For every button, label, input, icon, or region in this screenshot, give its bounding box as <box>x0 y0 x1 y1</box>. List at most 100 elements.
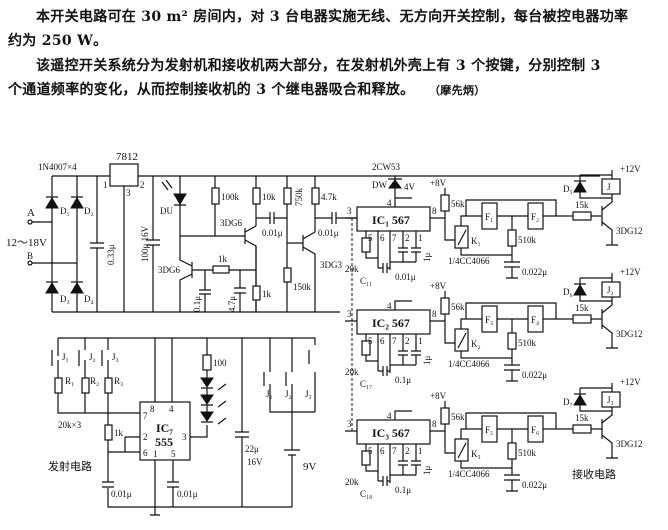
r750k-label: 750k <box>294 188 304 207</box>
du-label: DU <box>160 206 173 216</box>
diode-label: D₅ <box>563 184 573 194</box>
terminal-a <box>27 219 33 225</box>
cap-033-label: 0.33μ <box>106 244 116 265</box>
transistor-label: 3DG12 <box>616 439 643 449</box>
key-j1-label: J₁ <box>62 352 69 362</box>
c22v-label: 16V <box>247 457 263 467</box>
r2-label: R₂ <box>90 376 99 386</box>
r100-label: 100 <box>213 358 227 368</box>
transmitter-section: J₁ J₂ J₃ R₁ R₂ R₃ 20k×3 1k IC₇ 555 8 4 7… <box>48 337 317 516</box>
pin-label: 1 <box>153 449 158 459</box>
q2-label: 3DG6 <box>158 265 180 275</box>
ic-label: IC₂ 567 <box>372 316 410 330</box>
terminal-a-label: A <box>27 207 35 219</box>
pin-label: 8 <box>432 309 437 319</box>
pin-label: 1 <box>418 446 423 456</box>
c01-label: 0.1μ <box>192 296 202 312</box>
cap-label: 0.01μ <box>395 272 416 282</box>
cap-label: 0.1μ <box>395 485 411 495</box>
d3-label: D₃ <box>60 294 70 304</box>
supply-label: +8V <box>430 281 447 291</box>
led-du <box>173 193 187 205</box>
transistor-label: 3DG12 <box>616 329 643 339</box>
key-j2-label: J₂ <box>89 352 96 362</box>
relay-supply-label: +12V <box>620 377 641 387</box>
switch-ic-label: 1/4CC4066 <box>448 359 490 369</box>
resistor-1k-vertical <box>252 285 261 301</box>
flyback-diode <box>573 181 587 193</box>
pin-label: 2 <box>143 432 148 442</box>
resistor-56k <box>440 194 450 212</box>
pin-label: 8 <box>432 419 437 429</box>
gate-b-label: F₄ <box>531 315 539 325</box>
c022-label: 0.022μ <box>522 480 547 490</box>
c22-label: 22μ <box>245 444 259 454</box>
c001a-label: 0.01μ <box>111 489 132 499</box>
gate-b-label: F₂ <box>531 212 539 222</box>
resistor-4-7k <box>311 187 320 205</box>
pin-label: 5 <box>368 233 373 243</box>
resistor-100k <box>211 187 220 205</box>
pot-r3 <box>104 377 113 394</box>
pin-label: 3 <box>347 419 352 429</box>
pin-label: 8 <box>150 404 155 414</box>
ir-led-chain <box>200 377 227 425</box>
regulator-7812 <box>109 163 139 187</box>
switch-label: K₂ <box>471 339 481 349</box>
pin-label: 7 <box>392 446 397 456</box>
relay-label: J <box>607 182 611 192</box>
d4-label: D₄ <box>84 294 94 304</box>
c001b-label: 0.01μ <box>318 228 339 238</box>
pin-label: 1 <box>418 336 423 346</box>
pin-label: 6 <box>380 233 385 243</box>
gate-a-label: F₁ <box>485 212 493 222</box>
pin-label: 1 <box>103 180 108 190</box>
pin-label: 6 <box>380 446 385 456</box>
pin-label: 2 <box>405 233 410 243</box>
r15k-label: 15k <box>575 413 589 423</box>
r3-label: R₃ <box>114 376 123 386</box>
circuit-diagram: 7812 1N4007×4 1 2 3 D₁ D₂ D₃ D₄ A B 12～1… <box>6 151 643 516</box>
switch-j1-label: J₁ <box>266 389 273 399</box>
pot-r1 <box>54 377 63 394</box>
r510k-label: 510k <box>518 235 537 245</box>
pin-label: 1 <box>418 233 423 243</box>
ic-type-label: 555 <box>155 435 173 449</box>
switch-ic-label: 1/4CC4066 <box>448 469 490 479</box>
cap-label: 1μ <box>422 356 432 366</box>
r510k-label: 510k <box>518 338 537 348</box>
q3-label: 3DG3 <box>320 260 342 270</box>
pot-label: 20k <box>345 367 359 377</box>
pin-label: 5 <box>368 446 373 456</box>
pin-label: 5 <box>171 449 176 459</box>
pin-label: 4 <box>169 404 174 414</box>
r1k-h-label: 1k <box>218 254 228 264</box>
pin-label: 2 <box>140 180 145 190</box>
diode-label: D₆ <box>563 287 573 297</box>
receiver-section: 2CW53 DW 4V 接收电路 IC₁ 567 3 8 4 +8V 56k K… <box>345 162 643 499</box>
gate-b-label: F₆ <box>531 425 539 435</box>
cap-label: 1μ <box>422 253 432 263</box>
zener-voltage-label: 4V <box>404 182 416 192</box>
gate-a-label: F₃ <box>485 315 493 325</box>
r15k-label: 15k <box>575 303 589 313</box>
battery-label: 9V <box>303 461 317 473</box>
r56k-label: 56k <box>451 302 465 312</box>
r56k-label: 56k <box>451 199 465 209</box>
pots-label: 20k×3 <box>58 420 82 430</box>
resistor-15k <box>572 211 592 221</box>
cap-100-label: 100μ 16V <box>140 225 150 262</box>
resistor-56k <box>440 297 450 315</box>
resistor-150k <box>283 267 292 283</box>
pin-label: 4 <box>387 198 392 208</box>
ic-label: IC₇ <box>156 421 173 435</box>
pin-label: 4 <box>387 411 392 421</box>
diode-d3 <box>45 281 59 294</box>
receiver-caption: 接收电路 <box>572 467 616 481</box>
r100k-label: 100k <box>221 192 240 202</box>
r510k-label: 510k <box>518 448 537 458</box>
relay-coil <box>601 178 621 195</box>
input-voltage-label: 12～18V <box>6 237 47 249</box>
switch-ic-label: 1/4CC4066 <box>448 256 490 266</box>
bridge-label: 1N4007×4 <box>38 162 77 172</box>
